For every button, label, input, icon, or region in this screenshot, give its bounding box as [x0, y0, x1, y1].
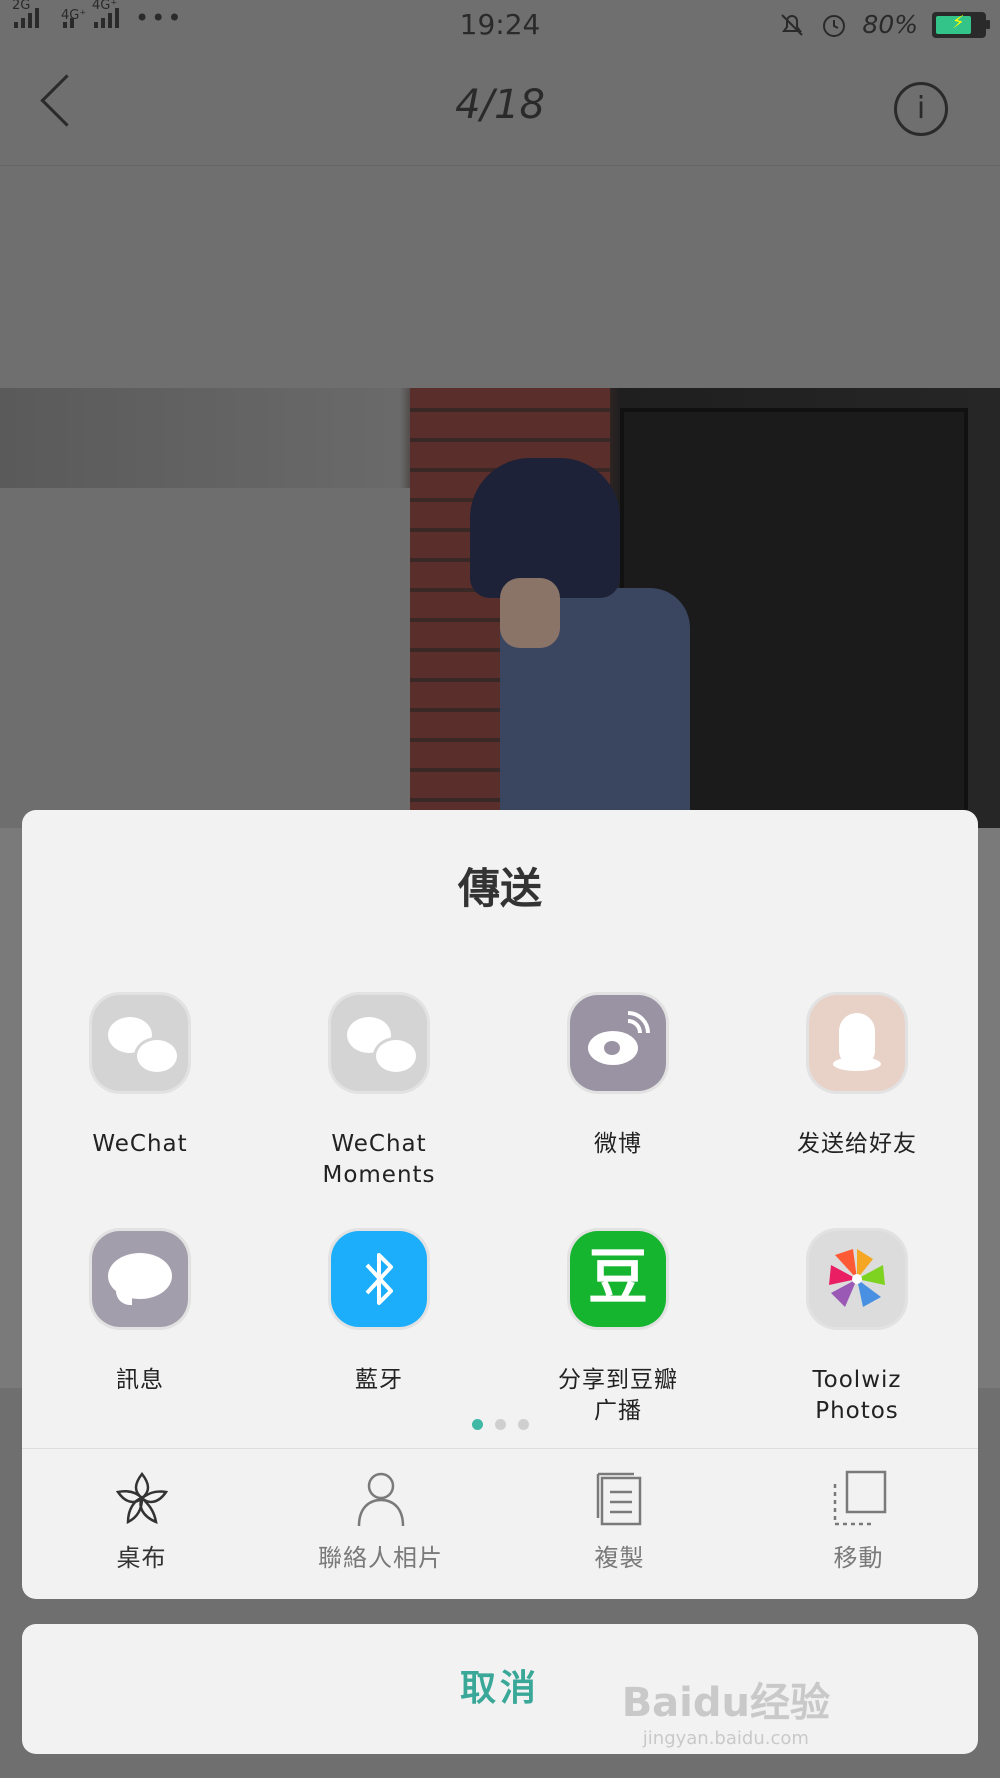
action-label: 聯絡人相片 [318, 1544, 443, 1572]
message-icon [92, 1231, 188, 1327]
page-dot[interactable] [494, 1419, 506, 1430]
share-app-label: 藍牙 [355, 1367, 403, 1393]
share-app-label: 分享到豆瓣 广播 [558, 1367, 678, 1424]
share-message[interactable]: 訊息 [22, 1231, 258, 1396]
share-wechat[interactable]: WeChat [22, 995, 258, 1160]
action-label: 桌布 [116, 1544, 167, 1572]
wechat-icon [92, 995, 188, 1091]
share-douban[interactable]: 豆 分享到豆瓣 广播 [500, 1231, 736, 1427]
page-dot-active[interactable] [471, 1419, 483, 1430]
share-app-label: 微博 [594, 1131, 642, 1157]
page-indicator [22, 1419, 978, 1430]
flower-icon [112, 1468, 172, 1528]
copy-icon [590, 1468, 650, 1528]
action-contact-photo[interactable]: 聯絡人相片 [261, 1468, 500, 1573]
divider [22, 1448, 978, 1449]
alarm-icon [823, 14, 846, 37]
wechat-icon [331, 995, 427, 1091]
share-app-label: Toolwiz Photos [812, 1367, 902, 1424]
cancel-label: 取消 [459, 1668, 540, 1709]
action-label: 複製 [594, 1544, 645, 1572]
share-wechat-moments[interactable]: WeChat Moments [261, 995, 497, 1191]
share-bluetooth[interactable]: 藍牙 [261, 1231, 497, 1396]
status-bar: 2G 4G⁺ 4G⁺ ••• 19:24 80% ⚡ [0, 0, 1000, 50]
toolwiz-icon [809, 1231, 905, 1327]
share-weibo[interactable]: 微博 [500, 995, 736, 1160]
charging-icon: ⚡ [952, 11, 965, 33]
battery-percent: 80% [862, 10, 918, 39]
weibo-icon [570, 995, 666, 1091]
bluetooth-icon [331, 1231, 427, 1327]
share-app-label: 发送给好友 [797, 1131, 917, 1157]
share-app-label: 訊息 [116, 1367, 164, 1393]
baidu-watermark-logo: Baidu经验 jingyan.baidu.com [622, 1670, 830, 1749]
page-dot[interactable] [517, 1419, 529, 1430]
share-qq-friend[interactable]: 发送给好友 [739, 995, 975, 1160]
action-label: 移動 [833, 1544, 884, 1572]
viewer-toolbar: 4/18 i [0, 50, 1000, 166]
qq-icon [809, 995, 905, 1091]
share-app-label: WeChat Moments [322, 1131, 436, 1188]
move-icon [829, 1468, 889, 1528]
person-icon [351, 1468, 411, 1528]
share-app-label: WeChat [92, 1131, 188, 1157]
action-wallpaper[interactable]: 桌布 [22, 1468, 261, 1573]
douban-icon: 豆 [570, 1231, 666, 1327]
share-toolwiz[interactable]: Toolwiz Photos [739, 1231, 975, 1427]
battery-icon: ⚡ [932, 11, 990, 38]
status-icons: 80% ⚡ [778, 10, 990, 39]
watermark-text: Baidu经验 [621, 1680, 830, 1726]
photo-counter: 4/18 [455, 82, 545, 128]
watermark-url: jingyan.baidu.com [642, 1728, 809, 1749]
info-button[interactable]: i [894, 82, 948, 136]
douban-glyph: 豆 [588, 1243, 648, 1313]
cancel-button[interactable]: 取消 [22, 1624, 978, 1754]
action-move[interactable]: 移動 [739, 1468, 978, 1573]
share-sheet: 傳送 WeChat WeChat Moments 微博 发送给好友 訊息 藍牙 … [22, 810, 978, 1599]
silent-bell-icon [781, 13, 804, 36]
share-sheet-title: 傳送 [457, 864, 542, 913]
action-copy[interactable]: 複製 [500, 1468, 739, 1573]
